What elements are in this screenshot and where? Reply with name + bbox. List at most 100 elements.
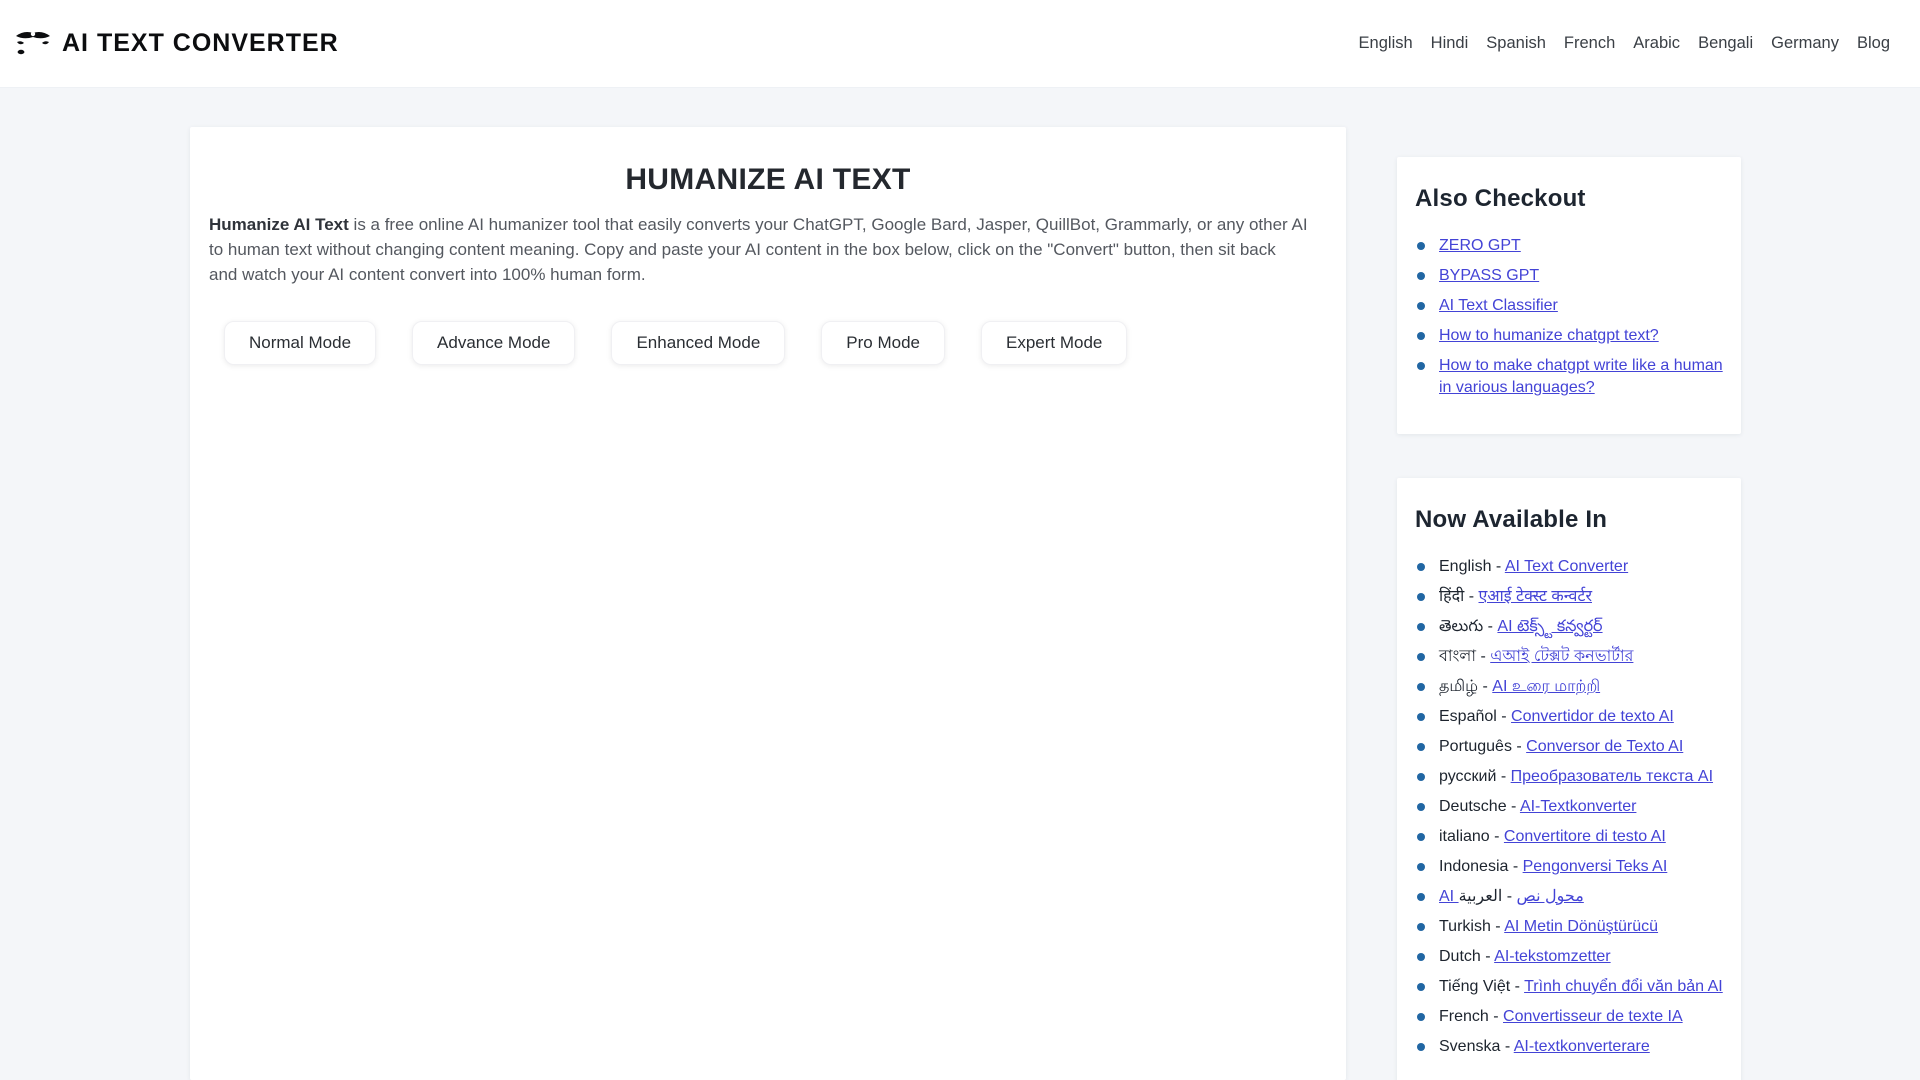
site-logo[interactable]: AI TEXT CONVERTER bbox=[12, 26, 339, 62]
bullet-icon bbox=[1417, 1013, 1425, 1021]
humanizer-panel: HUMANIZE AI TEXT Humanize AI Text is a f… bbox=[190, 127, 1346, 1080]
nav-item-hindi[interactable]: Hindi bbox=[1431, 34, 1469, 53]
list-item-english: English - AI Text Converter bbox=[1415, 556, 1723, 578]
also-checkout-title: Also Checkout bbox=[1415, 185, 1586, 212]
language-link[interactable]: Conversor de Texto AI bbox=[1526, 738, 1683, 755]
intro-bold-text: Humanize AI Text bbox=[209, 215, 349, 234]
list-item-french: French - Convertisseur de texte IA bbox=[1415, 1006, 1723, 1028]
intro-line-3: and watch your AI content convert into 1… bbox=[209, 265, 646, 284]
language-link[interactable]: Convertisseur de texte IA bbox=[1503, 1008, 1683, 1025]
list-item: AI Text Classifier bbox=[1415, 295, 1723, 317]
nav-item-blog[interactable]: Blog bbox=[1857, 34, 1890, 53]
separator: - bbox=[1490, 918, 1505, 935]
language-link[interactable]: एआई टेक्स्ट कन्वर्टर bbox=[1479, 588, 1593, 605]
language-label: French bbox=[1439, 1008, 1489, 1025]
bullet-icon bbox=[1417, 923, 1425, 931]
list-item-italian: italiano - Convertitore di testo AI bbox=[1415, 826, 1723, 848]
list-item: ZERO GPT bbox=[1415, 235, 1723, 257]
language-link[interactable]: এআই টেক্সট কনভার্টার bbox=[1490, 648, 1633, 665]
separator: - bbox=[1506, 798, 1520, 815]
nav-item-english[interactable]: English bbox=[1359, 34, 1413, 53]
bullet-icon bbox=[1417, 893, 1425, 901]
language-label: English bbox=[1439, 558, 1492, 575]
list-item-russian: русский - Преобразователь текста AI bbox=[1415, 766, 1723, 788]
bypass-gpt-link[interactable]: BYPASS GPT bbox=[1439, 267, 1539, 284]
bullet-icon bbox=[1417, 713, 1425, 721]
separator: - bbox=[1488, 1008, 1504, 1025]
language-list: English - AI Text Converter हिंदी - एआई … bbox=[1415, 556, 1723, 1058]
bullet-icon bbox=[1417, 983, 1425, 991]
main-nav: English Hindi Spanish French Arabic Beng… bbox=[1359, 34, 1890, 53]
bullet-icon bbox=[1417, 302, 1425, 310]
language-link[interactable]: AI-tekstomzetter bbox=[1494, 948, 1610, 965]
list-item-vietnamese: Tiếng Việt - Trình chuyển đổi văn bản AI bbox=[1415, 976, 1723, 998]
bullet-icon bbox=[1417, 332, 1425, 340]
separator: - bbox=[1508, 858, 1523, 875]
write-like-human-link[interactable]: How to make chatgpt write like a human i… bbox=[1439, 357, 1723, 396]
language-link[interactable]: Преобразователь текста AI bbox=[1511, 768, 1713, 785]
bullet-icon bbox=[1417, 563, 1425, 571]
language-label: Dutch bbox=[1439, 948, 1481, 965]
separator: - bbox=[1496, 768, 1511, 785]
list-item-hindi: हिंदी - एआई टेक्स्ट कन्वर्टर bbox=[1415, 586, 1723, 608]
language-label: Indonesia bbox=[1439, 858, 1509, 875]
list-item-german: Deutsche - AI-Textkonverter bbox=[1415, 796, 1723, 818]
bullet-icon bbox=[1417, 773, 1425, 781]
language-label: বাংলা bbox=[1439, 648, 1476, 665]
how-to-humanize-link[interactable]: How to humanize chatgpt text? bbox=[1439, 327, 1659, 344]
intro-line-1: is a free online AI humanizer tool that … bbox=[348, 215, 1308, 234]
list-item: BYPASS GPT bbox=[1415, 265, 1723, 287]
separator: - bbox=[1500, 1038, 1514, 1055]
enhanced-mode-button[interactable]: Enhanced Mode bbox=[611, 321, 786, 365]
nav-item-arabic[interactable]: Arabic bbox=[1633, 34, 1680, 53]
expert-mode-button[interactable]: Expert Mode bbox=[980, 321, 1128, 365]
logo-robot-icon bbox=[16, 31, 50, 54]
separator: - bbox=[1510, 978, 1525, 995]
language-label: Deutsche bbox=[1439, 798, 1507, 815]
language-link[interactable]: Trình chuyển đổi văn bản AI bbox=[1524, 978, 1723, 995]
also-checkout-card: Also Checkout ZERO GPT BYPASS GPT AI Tex… bbox=[1397, 157, 1741, 434]
nav-item-bengali[interactable]: Bengali bbox=[1698, 34, 1753, 53]
list-item-swedish: Svenska - AI-textkonverterare bbox=[1415, 1036, 1723, 1058]
language-link[interactable]: Convertidor de texto AI bbox=[1511, 708, 1674, 725]
now-available-title: Now Available In bbox=[1415, 506, 1608, 533]
bullet-icon bbox=[1417, 593, 1425, 601]
language-link[interactable]: AI-Textkonverter bbox=[1520, 798, 1636, 815]
bullet-icon bbox=[1417, 272, 1425, 280]
list-item: How to make chatgpt write like a human i… bbox=[1415, 355, 1723, 399]
bullet-icon bbox=[1417, 362, 1425, 370]
language-label: italiano bbox=[1439, 828, 1490, 845]
list-item-arabic: AI محول نص - العربية bbox=[1415, 886, 1723, 908]
language-link[interactable]: Convertitore di testo AI bbox=[1504, 828, 1666, 845]
language-link[interactable]: AI-textkonverterare bbox=[1514, 1038, 1650, 1055]
nav-item-spanish[interactable]: Spanish bbox=[1486, 34, 1546, 53]
language-link[interactable]: AI Text Converter bbox=[1505, 558, 1628, 575]
bullet-icon bbox=[1417, 1043, 1425, 1051]
language-label: हिंदी bbox=[1439, 588, 1465, 605]
language-link[interactable]: AI உரை மாற்றி bbox=[1492, 678, 1600, 695]
normal-mode-button[interactable]: Normal Mode bbox=[224, 321, 377, 365]
bullet-icon bbox=[1417, 242, 1425, 250]
separator: - bbox=[1489, 828, 1504, 845]
advance-mode-button[interactable]: Advance Mode bbox=[412, 321, 576, 365]
nav-item-germany[interactable]: Germany bbox=[1771, 34, 1839, 53]
nav-item-french[interactable]: French bbox=[1564, 34, 1615, 53]
language-link[interactable]: AI Metin Dönüştürücü bbox=[1504, 918, 1658, 935]
ai-text-classifier-link[interactable]: AI Text Classifier bbox=[1439, 297, 1558, 314]
list-item-dutch: Dutch - AI-tekstomzetter bbox=[1415, 946, 1723, 968]
zero-gpt-link[interactable]: ZERO GPT bbox=[1439, 237, 1521, 254]
language-label: Português bbox=[1439, 738, 1512, 755]
separator: - bbox=[1496, 708, 1512, 725]
separator: - bbox=[1502, 888, 1517, 905]
language-label: العربية bbox=[1458, 888, 1503, 905]
separator: - bbox=[1491, 558, 1505, 575]
language-link[interactable]: Pengonversi Teks AI bbox=[1523, 858, 1668, 875]
intro-paragraph: Humanize AI Text is a free online AI hum… bbox=[209, 212, 1346, 287]
list-item-telugu: తెలుగు - AI టెక్స్ట్ కన్వర్టర్ bbox=[1415, 616, 1723, 638]
separator: - bbox=[1511, 738, 1527, 755]
list-item-tamil: தமிழ் - AI உரை மாற்றி bbox=[1415, 676, 1723, 698]
language-label: Turkish bbox=[1439, 918, 1491, 935]
pro-mode-button[interactable]: Pro Mode bbox=[821, 321, 945, 365]
mode-tabs: Normal Mode Advance Mode Enhanced Mode P… bbox=[224, 321, 1346, 365]
language-link[interactable]: AI టెక్స్ట్ కన్వర్టర్ bbox=[1497, 618, 1602, 635]
